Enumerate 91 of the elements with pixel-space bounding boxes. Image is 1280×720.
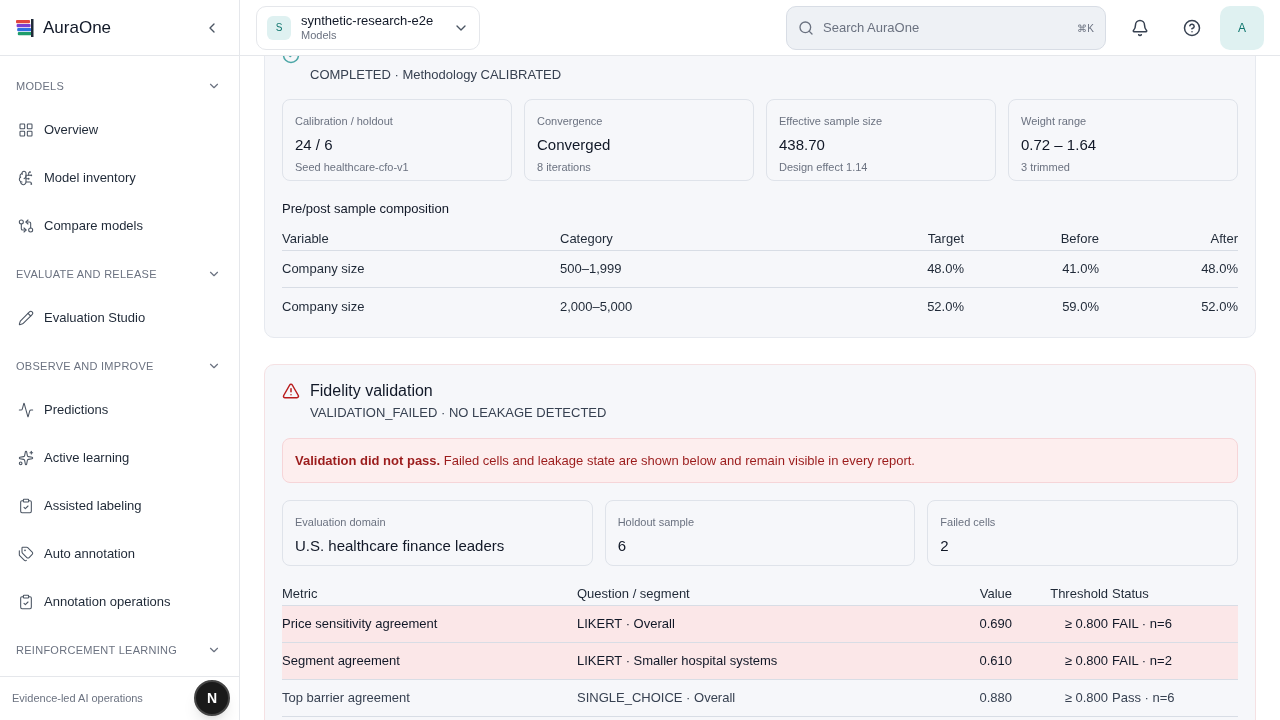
table-cell-text: ≥ 0.800 [1064,689,1108,708]
column-header: Threshold [1050,584,1108,603]
table-cell-text: Segment agreement [282,652,400,671]
table-cell-text: 48.0% [927,260,964,278]
table-cell-text: LIKERT · Smaller hospital systems [577,652,778,671]
brain-icon [18,170,34,186]
column-header: Metric [282,584,318,603]
column-header: Value [979,584,1012,603]
grid-icon [18,122,34,138]
stat-value: 0.72 – 1.64 [1021,134,1098,155]
table-cell-text: 48.0% [1201,260,1238,278]
section-header[interactable]: EVALUATE AND RELEASE [0,262,239,286]
brand-name: AuraOne [43,16,112,39]
table-cell-text: Company size [282,297,365,316]
table-cell-text: ≥ 0.800 [1064,615,1108,634]
warning-icon [282,381,300,400]
logo-icon [15,17,35,38]
stat-label: Calibration / holdout [295,114,394,130]
table-cell-text: ≥ 0.800 [1064,652,1108,671]
table-cell-text: SINGLE_CHOICE · Overall [577,689,736,708]
table-cell-text: Price sensitivity agreement [282,615,438,634]
section-header[interactable]: OBSERVE AND IMPROVE [0,354,239,378]
table-cell-text: 59.0% [1062,297,1099,316]
section-title: Fidelity validation [310,380,434,401]
table-title: Pre/post sample composition [282,200,450,219]
column-header: Status [1111,584,1149,603]
section-status: COMPLETED · Methodology CALIBRATED [310,67,562,84]
table-cell-text: Top barrier agreement [282,689,410,708]
column-header: After [1210,229,1238,248]
nav-item[interactable]: Evaluation Studio [0,294,239,342]
column-header: Target [927,229,964,248]
stat-note: 3 trimmed [1021,160,1071,176]
clipboard-icon [18,498,34,514]
table-cell-text: 52.0% [1201,297,1238,316]
table-cell-text: FAIL · n=2 [1111,652,1172,671]
nav-item[interactable]: Annotation operations [0,578,239,626]
help-icon [1183,18,1201,37]
table-cell-text: 52.0% [927,297,964,316]
nav-item[interactable]: Model inventory [0,154,239,202]
stat-label: Evaluation domain [295,515,387,530]
stat-note: Design effect 1.14 [779,160,869,176]
nav-item[interactable]: Assisted labeling [0,482,239,530]
stat-value: 438.70 [779,134,826,155]
column-header: Question / segment [577,584,690,603]
table-cell-text: 500–1,999 [560,260,622,278]
clipboard-icon [18,594,34,610]
search-icon [798,19,814,36]
project-avatar: S [267,15,291,40]
section-status: VALIDATION_FAILED · NO LEAKAGE DETECTED [310,404,607,421]
stat-label: Weight range [1021,114,1088,130]
stat-value: 24 / 6 [295,134,334,155]
stat-value: U.S. healthcare finance leaders [295,535,506,556]
sparkles-icon [18,450,34,466]
table-cell-text: LIKERT · Overall [577,615,675,634]
nav-item[interactable]: Overview [0,106,239,154]
compare-icon [18,218,34,234]
shortcut-hint: ⌘K [1077,21,1094,36]
section-header[interactable]: REINFORCEMENT LEARNING [0,638,239,662]
nav-item[interactable]: Predictions [0,386,239,434]
table-cell-text: Company size [282,260,365,278]
tag-icon [18,546,34,562]
stat-value: 2 [940,535,950,556]
stat-label: Failed cells [940,515,997,530]
table-cell-text: Pass · n=6 [1111,689,1175,708]
stat-value: 6 [617,535,627,556]
stat-label: Holdout sample [617,515,696,530]
pencil-icon [18,310,34,326]
column-header: Variable [282,229,329,248]
validation-alert: Validation did not pass. Failed cells and leakage state are shown below and remain visible in every report. [282,438,1238,483]
user-avatar[interactable]: A [1220,5,1264,50]
table-cell-text: 41.0% [1062,260,1099,278]
stat-label: Effective sample size [779,114,884,130]
stat-note: 8 iterations [537,160,592,176]
table-cell-text: 2,000–5,000 [560,297,633,316]
table-cell-text: FAIL · n=6 [1111,615,1172,634]
bell-icon [1131,18,1149,37]
stat-note: Seed healthcare-cfo-v1 [295,160,410,176]
footer-tagline: Evidence-led AI operations [12,691,143,707]
stat-label: Convergence [537,114,604,130]
project-selector[interactable]: S synthetic-research-e2e Models [256,5,480,50]
section-header[interactable]: MODELS [0,74,239,98]
nav-item[interactable]: Compare models [0,202,239,250]
table-cell-text: 0.610 [979,652,1012,671]
nav-item[interactable]: Auto annotation [0,530,239,578]
column-header: Category [560,229,613,248]
table-cell-text: 0.690 [979,615,1012,634]
nav-item[interactable]: Active learning [0,434,239,482]
column-header: Before [1060,229,1099,248]
table-cell-text: 0.880 [979,689,1012,708]
stat-value: Converged [537,134,612,155]
pulse-icon [18,402,34,418]
